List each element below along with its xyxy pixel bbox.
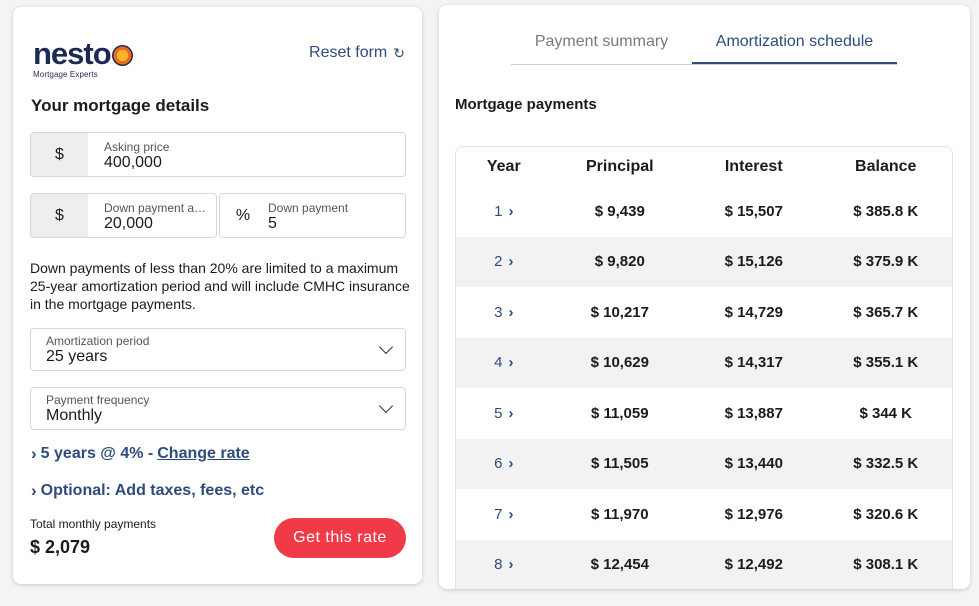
chevron-down-icon xyxy=(378,339,394,355)
chevron-right-icon: › xyxy=(508,556,514,574)
rate-text: 5 years @ 4% - xyxy=(40,445,154,462)
form-title: Your mortgage details xyxy=(31,96,210,115)
logo-sun-icon xyxy=(111,44,133,66)
chevron-right-icon: › xyxy=(31,481,37,500)
results-card: Payment summary Amortization schedule Mo… xyxy=(439,5,970,589)
table-header: Year Principal Interest Balance xyxy=(456,147,952,186)
asking-price-label: Asking price xyxy=(104,140,170,154)
year-cell[interactable]: 1 › xyxy=(456,186,552,237)
table-row[interactable]: 3 › $ 10,217 $ 14,729 $ 365.7 K xyxy=(456,287,952,338)
principal-cell: $ 11,505 xyxy=(551,438,689,489)
table-row[interactable]: 5 › $ 11,059 $ 13,887 $ 344 K xyxy=(456,388,952,439)
change-rate-link[interactable]: Change rate xyxy=(157,445,249,463)
balance-cell: $ 332.5 K xyxy=(819,438,952,489)
payment-frequency-select[interactable]: Payment frequency Monthly xyxy=(30,387,406,430)
principal-cell: $ 11,970 xyxy=(591,505,649,523)
interest-cell: $ 14,317 xyxy=(688,337,820,388)
results-tabs: Payment summary Amortization schedule xyxy=(511,25,897,65)
percent-prefix: % xyxy=(220,194,266,237)
down-payment-percent-label: Down payment xyxy=(268,201,349,215)
principal-cell: $ 12,454 xyxy=(551,539,689,589)
reset-form-label: Reset form xyxy=(309,44,388,61)
cmhc-note: Down payments of less than 20% are limit… xyxy=(30,260,410,312)
table-row[interactable]: 4 › $ 10,629 $ 14,317 $ 355.1 K xyxy=(456,337,952,388)
total-monthly-value: $ 2,079 xyxy=(30,537,91,557)
principal-cell: $ 9,820 xyxy=(551,236,689,287)
table-row[interactable]: 7 › $ 11,970 $ 12,976 $ 320.6 K xyxy=(456,489,952,540)
header-balance: Balance xyxy=(855,157,917,175)
chevron-right-icon: › xyxy=(508,455,514,473)
interest-cell: $ 13,440 xyxy=(688,438,820,489)
down-payment-percent-field[interactable]: % Down payment 5 xyxy=(219,193,406,238)
reset-form-button[interactable]: Reset form ↻ xyxy=(309,44,405,62)
year-cell[interactable]: 7 › xyxy=(456,489,552,540)
nesto-logo: nesto Mortgage Experts xyxy=(33,36,133,79)
principal-cell: $ 10,217 xyxy=(590,303,649,321)
interest-cell: $ 15,126 xyxy=(688,236,820,287)
mortgage-form-card: nesto Mortgage Experts Reset form ↻ Your… xyxy=(13,7,422,584)
table-row[interactable]: 2 › $ 9,820 $ 15,126 $ 375.9 K xyxy=(456,236,952,287)
chevron-right-icon: › xyxy=(31,444,37,463)
chevron-right-icon: › xyxy=(508,404,514,422)
amortization-label: Amortization period xyxy=(46,334,150,348)
interest-cell: $ 13,887 xyxy=(724,404,783,422)
year-cell[interactable]: 4 › xyxy=(456,337,552,388)
year-cell[interactable]: 5 › xyxy=(456,388,552,439)
interest-cell: $ 15,507 xyxy=(724,202,783,220)
principal-cell: $ 11,059 xyxy=(591,404,649,422)
table-row[interactable]: 1 › $ 9,439 $ 15,507 $ 385.8 K xyxy=(456,186,952,237)
balance-cell: $ 365.7 K xyxy=(853,303,919,321)
amortization-table: Year Principal Interest Balance 1 › $ 9,4… xyxy=(455,146,953,589)
balance-cell: $ 320.6 K xyxy=(853,505,919,523)
table-row[interactable]: 8 › $ 12,454 $ 12,492 $ 308.1 K xyxy=(456,539,952,589)
down-payment-amount-input[interactable]: 20,000 xyxy=(104,215,153,233)
table-row[interactable]: 6 › $ 11,505 $ 13,440 $ 332.5 K xyxy=(456,438,952,489)
balance-cell: $ 308.1 K xyxy=(819,539,952,589)
refresh-icon: ↻ xyxy=(393,44,405,61)
chevron-right-icon: › xyxy=(508,505,514,523)
mortgage-payments-title: Mortgage payments xyxy=(455,96,597,113)
amortization-value: 25 years xyxy=(46,348,108,365)
interest-cell: $ 12,492 xyxy=(688,539,820,589)
balance-cell: $ 355.1 K xyxy=(819,337,952,388)
principal-cell: $ 10,629 xyxy=(551,337,689,388)
dollar-prefix: $ xyxy=(31,194,88,237)
chevron-right-icon: › xyxy=(508,202,514,220)
dollar-prefix: $ xyxy=(31,133,88,176)
interest-cell: $ 14,729 xyxy=(724,303,783,321)
down-payment-amount-label: Down payment amount xyxy=(104,201,209,215)
down-payment-percent-input[interactable]: 5 xyxy=(268,215,277,233)
header-principal: Principal xyxy=(586,157,654,175)
principal-cell: $ 9,439 xyxy=(594,202,645,220)
down-payment-amount-field[interactable]: $ Down payment amount 20,000 xyxy=(30,193,217,238)
optional-costs-text: Optional: Add taxes, fees, etc xyxy=(40,482,265,499)
tab-amortization-schedule[interactable]: Amortization schedule xyxy=(692,25,897,64)
get-this-rate-button[interactable]: Get this rate xyxy=(274,518,406,558)
chevron-right-icon: › xyxy=(508,303,514,321)
header-year: Year xyxy=(486,157,521,175)
year-cell[interactable]: 3 › xyxy=(456,287,552,338)
asking-price-field[interactable]: $ Asking price 400,000 xyxy=(30,132,406,177)
chevron-right-icon: › xyxy=(508,253,514,271)
balance-cell: $ 385.8 K xyxy=(853,202,919,220)
chevron-down-icon xyxy=(378,398,394,414)
year-cell[interactable]: 2 › xyxy=(456,236,552,287)
year-cell[interactable]: 6 › xyxy=(456,438,552,489)
optional-costs-expander[interactable]: › Optional: Add taxes, fees, etc xyxy=(31,481,264,501)
year-cell[interactable]: 8 › xyxy=(456,539,552,589)
header-interest: Interest xyxy=(724,157,783,175)
asking-price-input[interactable]: 400,000 xyxy=(104,154,162,172)
logo-tagline: Mortgage Experts xyxy=(33,70,98,79)
amortization-period-select[interactable]: Amortization period 25 years xyxy=(30,328,406,371)
frequency-value: Monthly xyxy=(46,407,103,424)
logo-wordmark: nesto xyxy=(33,36,112,71)
balance-cell: $ 375.9 K xyxy=(819,236,952,287)
interest-cell: $ 12,976 xyxy=(724,505,783,523)
balance-cell: $ 344 K xyxy=(859,404,913,422)
rate-expander[interactable]: › 5 years @ 4% - Change rate xyxy=(31,444,250,464)
chevron-right-icon: › xyxy=(508,354,514,372)
tab-payment-summary[interactable]: Payment summary xyxy=(511,25,692,64)
total-monthly-label: Total monthly payments xyxy=(30,517,157,531)
frequency-label: Payment frequency xyxy=(46,393,150,407)
